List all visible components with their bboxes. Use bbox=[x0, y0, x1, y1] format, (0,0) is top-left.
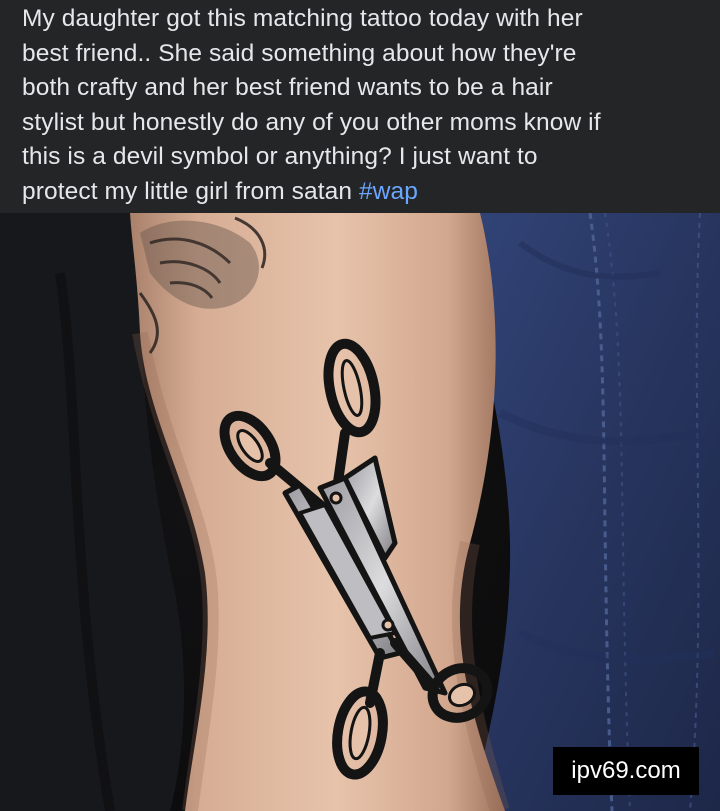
hashtag-link[interactable]: #wap bbox=[359, 178, 418, 205]
post-text-line-5: this is a devil symbol or anything? I ju… bbox=[22, 143, 538, 171]
post-text-line-6: protect my little girl from satan bbox=[22, 177, 359, 205]
post-text: My daughter got this matching tattoo tod… bbox=[22, 2, 712, 210]
watermark-label: ipv69.com bbox=[553, 747, 699, 795]
post-text-line-1: My daughter got this matching tattoo tod… bbox=[22, 5, 583, 32]
meme-image: My daughter got this matching tattoo tod… bbox=[0, 0, 720, 811]
post-text-line-4: stylist but honestly do any of you other… bbox=[22, 108, 601, 136]
post-text-line-3: both crafty and her best friend wants to… bbox=[22, 74, 553, 102]
post-text-line-2: best friend.. She said something about h… bbox=[22, 39, 577, 67]
post-caption: My daughter got this matching tattoo tod… bbox=[0, 0, 720, 213]
tattoo-photo-illustration bbox=[0, 213, 720, 811]
tattoo-photo bbox=[0, 213, 720, 811]
